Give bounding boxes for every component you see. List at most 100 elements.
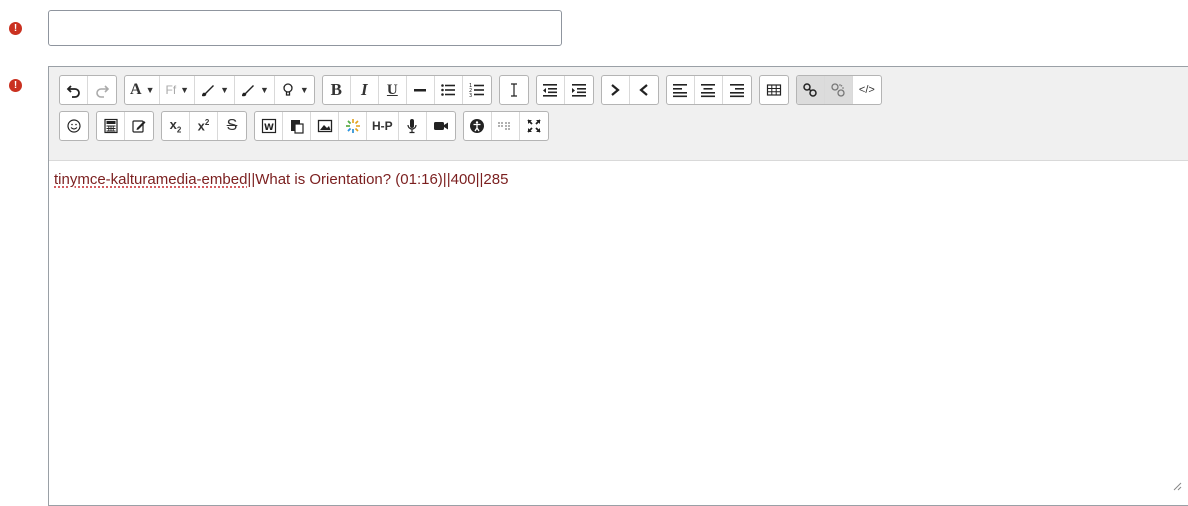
microphone-button[interactable] bbox=[399, 112, 427, 140]
unlink-button[interactable] bbox=[824, 76, 853, 104]
misspelled-word: tinymce-kalturamedia-embed bbox=[54, 171, 248, 188]
redo-button[interactable] bbox=[88, 76, 116, 104]
emoji-button[interactable] bbox=[60, 112, 88, 140]
strikethrough-icon: S bbox=[226, 117, 238, 134]
emoji-group bbox=[59, 111, 89, 141]
image-icon bbox=[317, 119, 332, 133]
background-color-button[interactable]: ▼ bbox=[235, 76, 275, 104]
undo-group bbox=[59, 75, 117, 105]
edit-icon bbox=[132, 120, 146, 133]
font-size-button[interactable]: A ▼ bbox=[125, 76, 161, 104]
subscript-icon: x2 bbox=[169, 117, 182, 135]
underline-icon: U bbox=[386, 81, 398, 98]
loading-icon bbox=[345, 119, 360, 133]
font-family-icon: Ff bbox=[165, 83, 177, 97]
fullscreen-icon bbox=[527, 119, 541, 133]
subscript-button[interactable]: x2 bbox=[162, 112, 190, 140]
calculator-button[interactable] bbox=[97, 112, 125, 140]
undo-button[interactable] bbox=[60, 76, 88, 104]
title-input[interactable] bbox=[48, 10, 562, 46]
svg-text:W: W bbox=[264, 123, 274, 133]
svg-text:3: 3 bbox=[469, 93, 472, 98]
font-size-icon: A bbox=[130, 81, 142, 98]
video-button[interactable] bbox=[427, 112, 455, 140]
text-cursor-button[interactable] bbox=[500, 76, 528, 104]
align-center-icon bbox=[701, 84, 716, 98]
format-group: A ▼ Ff ▼ ▼ ▼ ▼ bbox=[124, 75, 315, 105]
fullscreen-button[interactable] bbox=[520, 112, 548, 140]
loading-button[interactable] bbox=[339, 112, 367, 140]
direction-group bbox=[600, 75, 659, 105]
text-color-button[interactable]: ▼ bbox=[195, 76, 235, 104]
ltr-icon bbox=[611, 84, 621, 96]
bold-icon: B bbox=[330, 80, 343, 99]
indent-button[interactable] bbox=[565, 76, 593, 104]
lightbulb-icon bbox=[283, 83, 293, 96]
font-family-button[interactable]: Ff ▼ bbox=[160, 76, 196, 104]
video-icon bbox=[433, 122, 448, 130]
h5p-icon: H-P bbox=[372, 119, 393, 133]
text-color-icon bbox=[202, 85, 215, 97]
horizontal-rule-button[interactable] bbox=[407, 76, 435, 104]
unlink-icon bbox=[831, 83, 845, 97]
align-center-button[interactable] bbox=[695, 76, 723, 104]
paste-word-icon: W bbox=[261, 118, 276, 134]
resize-handle-icon[interactable] bbox=[1173, 482, 1182, 491]
strikethrough-button[interactable]: S bbox=[218, 112, 246, 140]
paste-text-icon bbox=[290, 120, 304, 134]
background-color-icon bbox=[242, 85, 254, 97]
indent-group bbox=[535, 75, 594, 105]
table-icon bbox=[766, 84, 781, 96]
superscript-button[interactable]: x2 bbox=[190, 112, 218, 140]
italic-button[interactable]: I bbox=[351, 76, 379, 104]
link-icon bbox=[803, 83, 818, 97]
outdent-button[interactable] bbox=[537, 76, 565, 104]
editor-content[interactable]: tinymce-kalturamedia-embed||What is Orie… bbox=[49, 161, 1188, 198]
text-cursor-icon bbox=[510, 83, 517, 97]
required-icon: ! bbox=[9, 22, 22, 35]
html-code-icon: </> bbox=[858, 84, 875, 96]
media-group: W H-P bbox=[254, 111, 456, 141]
indent-icon bbox=[571, 84, 586, 97]
accessibility-button[interactable] bbox=[464, 112, 492, 140]
emoji-icon bbox=[67, 119, 81, 133]
accessibility-group bbox=[462, 111, 549, 141]
numbered-list-button[interactable]: 123 bbox=[463, 76, 491, 104]
italic-icon: I bbox=[361, 80, 368, 99]
required-icon: ! bbox=[9, 79, 22, 92]
image-button[interactable] bbox=[311, 112, 339, 140]
align-left-button[interactable] bbox=[667, 76, 695, 104]
h5p-button[interactable]: H-P bbox=[367, 112, 399, 140]
link-group: </> bbox=[795, 75, 882, 105]
toolbar-row-2: x2 x2 S W H-P bbox=[59, 110, 1188, 142]
html-code-button[interactable]: </> bbox=[853, 76, 881, 104]
ltr-button[interactable] bbox=[602, 76, 630, 104]
table-button[interactable] bbox=[760, 76, 788, 104]
link-button[interactable] bbox=[796, 76, 825, 104]
lightbulb-button[interactable]: ▼ bbox=[275, 76, 314, 104]
rtl-button[interactable] bbox=[630, 76, 658, 104]
script-group: x2 x2 S bbox=[161, 111, 247, 141]
screenreader-icon bbox=[498, 122, 511, 130]
toolbar-row-1: A ▼ Ff ▼ ▼ ▼ ▼ B I U 123 </> bbox=[59, 74, 1188, 106]
superscript-icon: x2 bbox=[197, 118, 210, 134]
rtl-icon bbox=[639, 84, 648, 96]
calculator-icon bbox=[103, 118, 118, 134]
bullet-list-icon bbox=[441, 84, 456, 96]
paste-word-button[interactable]: W bbox=[255, 112, 283, 140]
underline-button[interactable]: U bbox=[379, 76, 407, 104]
edit-button[interactable] bbox=[125, 112, 153, 140]
align-right-icon bbox=[729, 84, 744, 98]
paste-text-button[interactable] bbox=[283, 112, 311, 140]
redo-icon bbox=[96, 85, 110, 98]
outdent-icon bbox=[543, 84, 558, 97]
accessibility-icon bbox=[470, 119, 485, 133]
screenreader-button[interactable] bbox=[492, 112, 520, 140]
bullet-list-button[interactable] bbox=[435, 76, 463, 104]
tools-group bbox=[96, 111, 154, 141]
rich-text-editor: A ▼ Ff ▼ ▼ ▼ ▼ B I U 123 </> x2 x2 S W H… bbox=[48, 66, 1188, 506]
text-style-group: B I U 123 bbox=[321, 75, 492, 105]
align-right-button[interactable] bbox=[723, 76, 751, 104]
bold-button[interactable]: B bbox=[323, 76, 351, 104]
editor-toolbar: A ▼ Ff ▼ ▼ ▼ ▼ B I U 123 </> x2 x2 S W H… bbox=[49, 67, 1188, 161]
